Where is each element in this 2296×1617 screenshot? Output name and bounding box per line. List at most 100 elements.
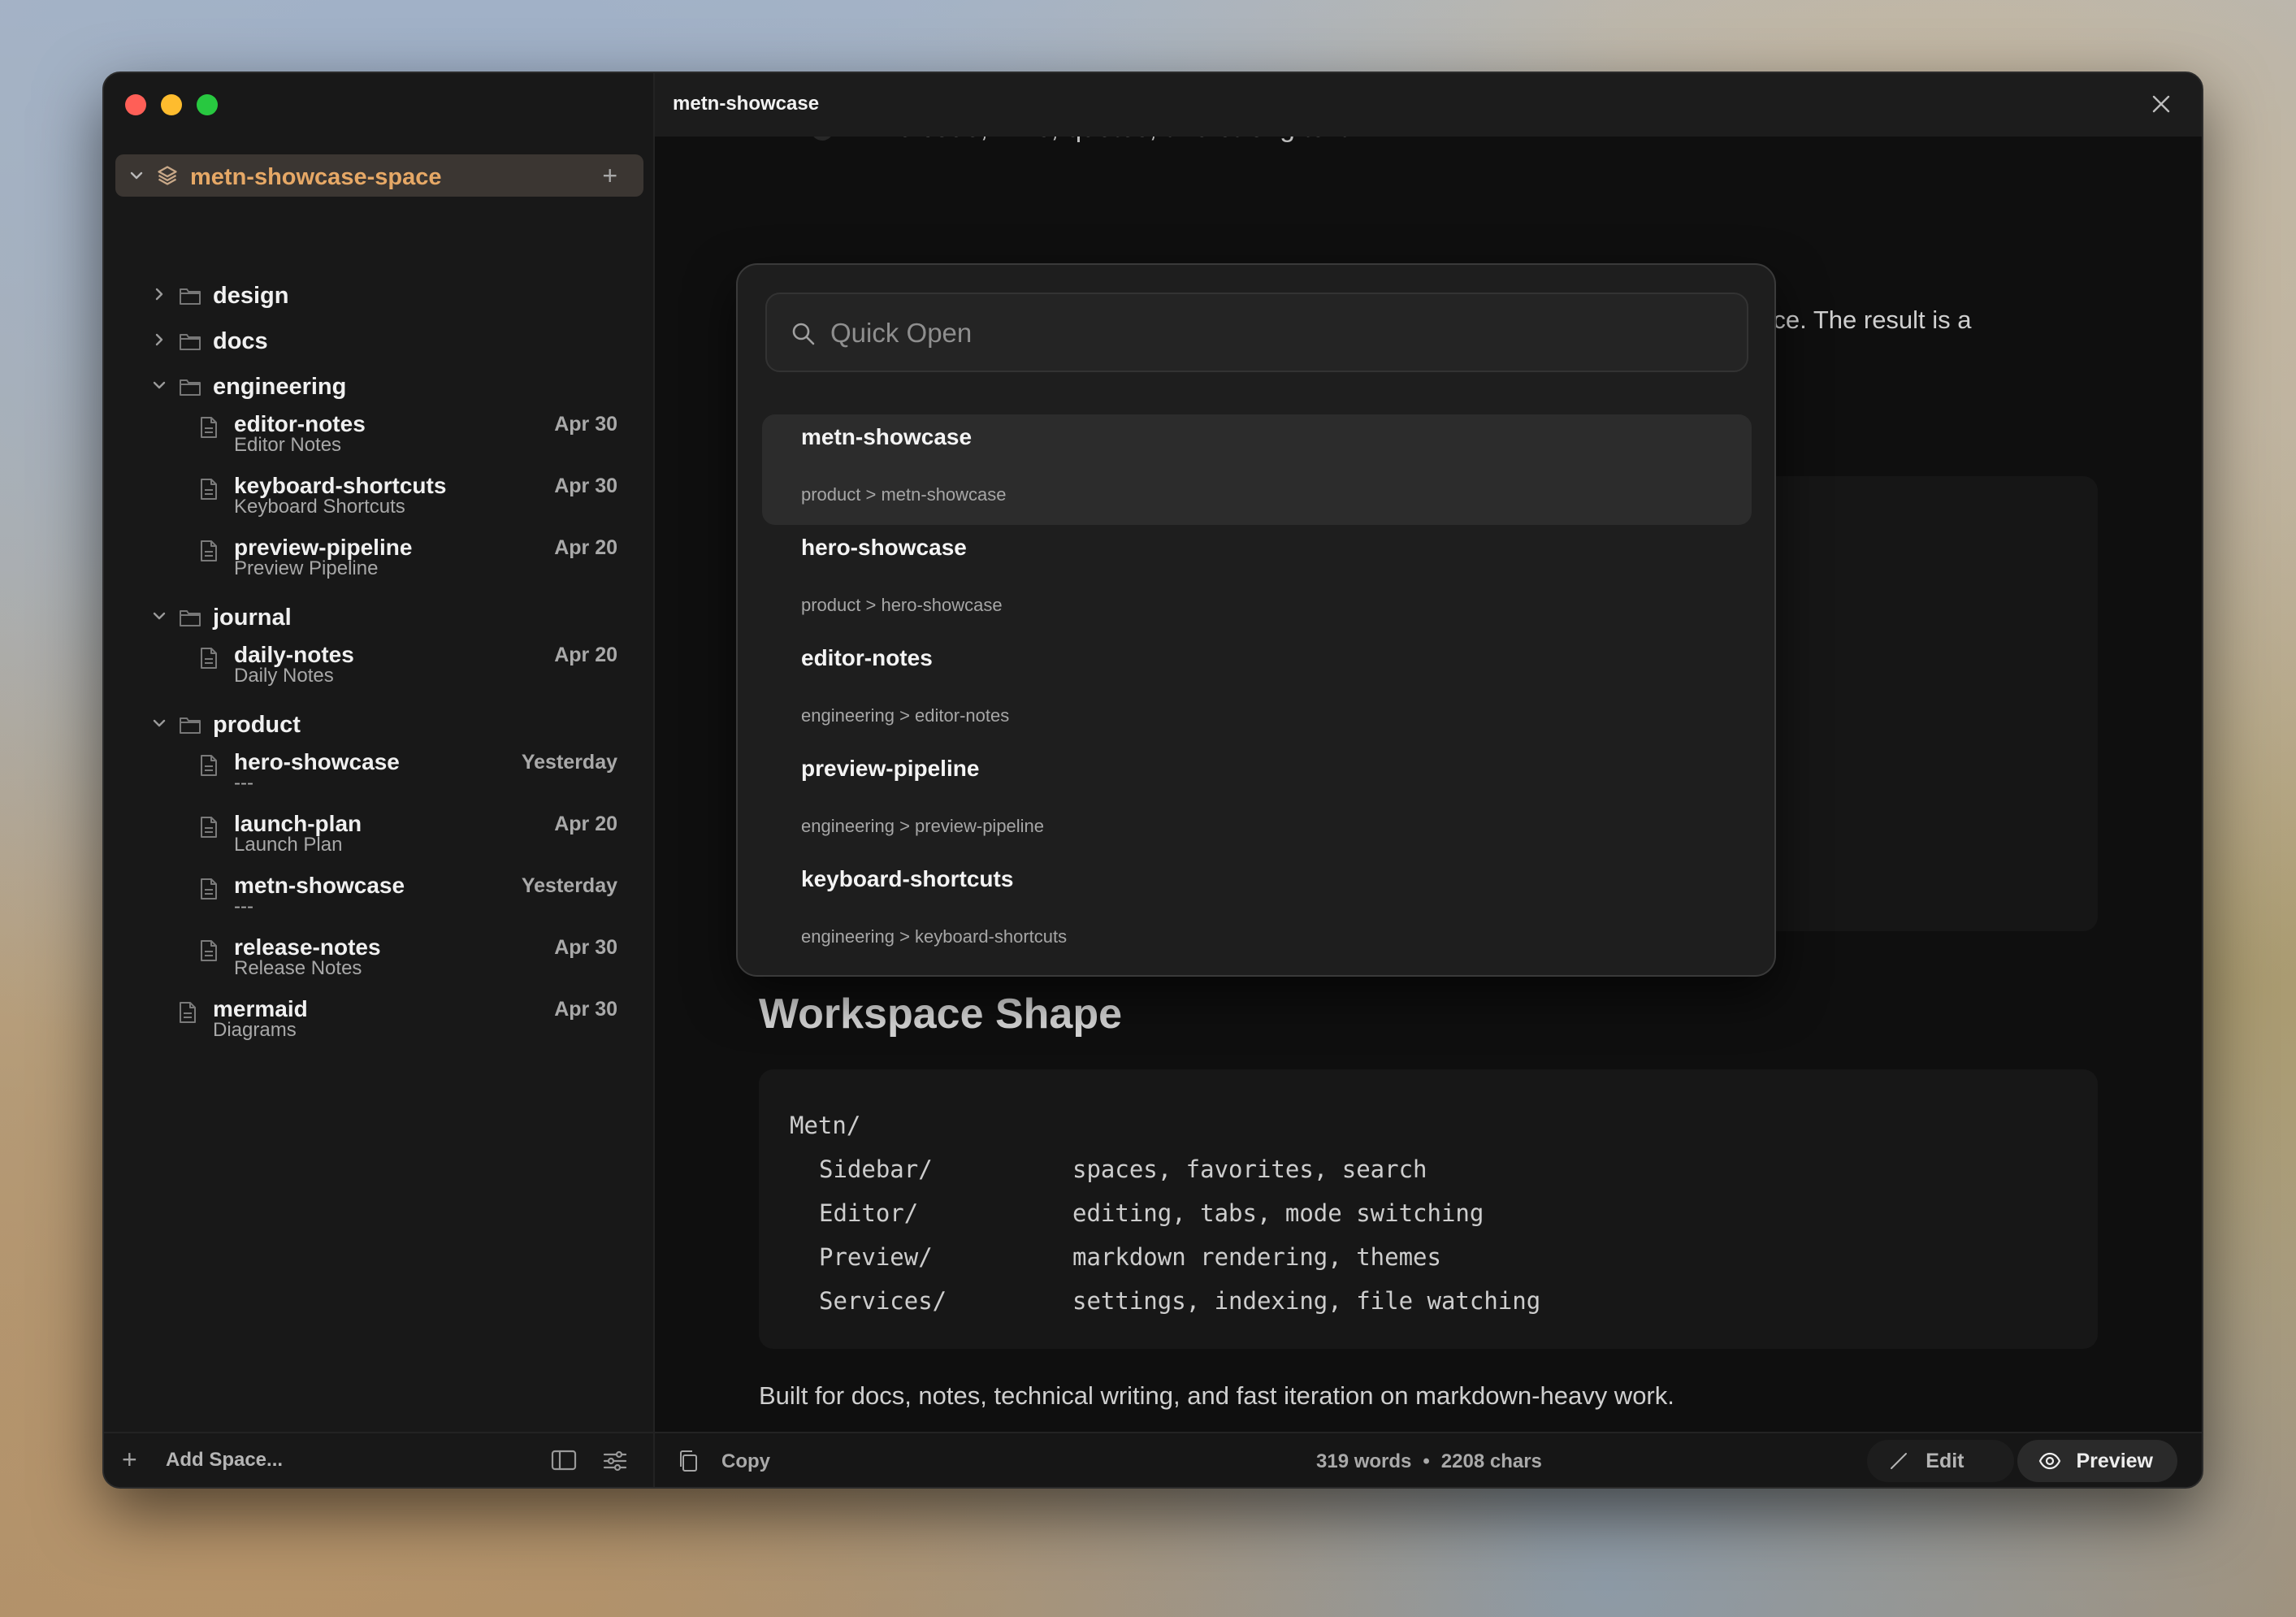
search-icon xyxy=(792,323,815,345)
folder-item-journal[interactable]: journal xyxy=(104,596,655,642)
folder-icon xyxy=(180,334,201,350)
quick-open-results: metn-showcase product > metn-showcase hero… xyxy=(762,414,1752,967)
folder-name: product xyxy=(213,712,301,738)
sidebar-toggle-icon[interactable] xyxy=(551,1450,577,1471)
window-controls xyxy=(125,94,218,115)
file-date: Apr 30 xyxy=(554,936,617,959)
file-item-daily-notes[interactable]: daily-notes Daily Notes Apr 20 xyxy=(104,639,617,687)
result-title: keyboard-shortcuts xyxy=(801,866,1014,891)
file-date: Apr 30 xyxy=(554,413,617,436)
stats-separator: • xyxy=(1423,1450,1430,1472)
space-name: metn-showcase-space xyxy=(190,164,442,190)
char-count: 2208 chars xyxy=(1440,1450,1542,1472)
preview-mode-button[interactable]: Preview xyxy=(2017,1440,2177,1482)
sidebar-footer: + Add Space... xyxy=(104,1432,653,1487)
file-item-release-notes[interactable]: release-notes Release Notes Apr 30 xyxy=(104,931,617,979)
pencil-icon xyxy=(1891,1453,1908,1469)
quick-open-result[interactable]: metn-showcase product > metn-showcase xyxy=(762,414,1752,525)
chevron-right-icon[interactable] xyxy=(149,330,169,349)
app-window: metn-showcase-space + design docs engineer… xyxy=(102,72,2203,1489)
file-subtitle: Editor Notes xyxy=(234,434,342,456)
chevron-down-icon[interactable] xyxy=(149,606,169,626)
folder-name: engineering xyxy=(213,374,347,400)
folder-name: journal xyxy=(213,605,292,631)
file-item-preview-pipeline[interactable]: preview-pipeline Preview Pipeline Apr 20 xyxy=(104,531,617,579)
quick-open-result[interactable]: keyboard-shortcuts engineering > keyboard… xyxy=(762,856,1752,967)
file-item-hero-showcase[interactable]: hero-showcase --- Yesterday xyxy=(104,746,617,794)
result-path: product > hero-showcase xyxy=(801,595,1003,615)
folder-item-design[interactable]: design xyxy=(104,275,655,320)
zoom-window-button[interactable] xyxy=(197,94,218,115)
chevron-down-icon[interactable] xyxy=(149,375,169,395)
quick-open-search xyxy=(765,293,1748,372)
edit-mode-label: Edit xyxy=(1926,1449,1965,1472)
copy-button[interactable]: Copy xyxy=(721,1450,770,1473)
quick-open-result[interactable]: editor-notes engineering > editor-notes xyxy=(762,635,1752,746)
file-item-launch-plan[interactable]: launch-plan Launch Plan Apr 20 xyxy=(104,808,617,856)
document-icon xyxy=(201,417,217,438)
file-subtitle: Preview Pipeline xyxy=(234,557,379,579)
minimize-window-button[interactable] xyxy=(161,94,182,115)
folder-icon xyxy=(180,379,201,396)
space-header[interactable]: metn-showcase-space + xyxy=(115,154,643,197)
file-name: metn-showcase xyxy=(234,873,405,898)
file-date: Apr 20 xyxy=(554,644,617,666)
file-subtitle: Launch Plan xyxy=(234,834,343,856)
folder-item-engineering[interactable]: engineering xyxy=(104,366,655,411)
result-path: engineering > preview-pipeline xyxy=(801,816,1045,836)
edit-mode-button[interactable]: Edit xyxy=(1867,1440,2015,1482)
file-item-keyboard-shortcuts[interactable]: keyboard-shortcuts Keyboard Shortcuts Apr … xyxy=(104,470,617,518)
folder-icon xyxy=(180,610,201,626)
close-icon[interactable] xyxy=(2150,93,2173,115)
chevron-down-icon[interactable] xyxy=(127,166,146,185)
quick-open-input[interactable] xyxy=(830,310,1724,356)
close-window-button[interactable] xyxy=(125,94,146,115)
file-date: Apr 30 xyxy=(554,998,617,1021)
file-date: Yesterday xyxy=(521,874,617,897)
status-bar: Copy 319 words • 2208 chars Edit Preview xyxy=(655,1432,2202,1487)
word-count: 319 words xyxy=(1316,1450,1412,1472)
file-date: Yesterday xyxy=(521,751,617,774)
document-icon xyxy=(201,940,217,961)
sidebar: metn-showcase-space + design docs engineer… xyxy=(104,73,655,1487)
folder-icon xyxy=(180,717,201,734)
eye-icon xyxy=(2039,1452,2061,1470)
quick-open-dialog: metn-showcase product > metn-showcase hero… xyxy=(736,263,1776,977)
layers-icon xyxy=(158,166,177,185)
file-date: Apr 30 xyxy=(554,475,617,497)
document-title: metn-showcase xyxy=(673,93,820,115)
quick-open-result[interactable]: hero-showcase product > hero-showcase xyxy=(762,525,1752,635)
folder-icon xyxy=(180,288,201,305)
file-subtitle: Keyboard Shortcuts xyxy=(234,496,405,518)
folder-item-docs[interactable]: docs xyxy=(104,320,655,366)
result-title: preview-pipeline xyxy=(801,756,980,781)
document-icon xyxy=(201,755,217,776)
document-icon xyxy=(201,648,217,669)
folder-item-product[interactable]: product xyxy=(104,704,655,749)
file-date: Apr 20 xyxy=(554,813,617,835)
folder-name: docs xyxy=(213,328,268,354)
file-item-metn-showcase[interactable]: metn-showcase --- Yesterday xyxy=(104,869,617,917)
result-path: product > metn-showcase xyxy=(801,484,1007,505)
copy-icon[interactable] xyxy=(678,1450,699,1472)
preview-mode-label: Preview xyxy=(2076,1449,2153,1472)
file-subtitle: Daily Notes xyxy=(234,665,334,687)
quick-open-result[interactable]: preview-pipeline engineering > preview-pi… xyxy=(762,746,1752,856)
result-title: metn-showcase xyxy=(801,424,973,449)
settings-sliders-icon[interactable] xyxy=(603,1450,627,1472)
file-item-mermaid[interactable]: mermaid Diagrams Apr 30 xyxy=(104,993,617,1041)
mode-switcher: Edit Preview xyxy=(1867,1440,2177,1482)
document-icon xyxy=(201,878,217,900)
result-path: engineering > keyboard-shortcuts xyxy=(801,926,1068,947)
result-title: hero-showcase xyxy=(801,535,967,560)
file-item-editor-notes[interactable]: editor-notes Editor Notes Apr 30 xyxy=(104,408,617,456)
add-space-button[interactable]: Add Space... xyxy=(166,1449,283,1472)
file-subtitle: Release Notes xyxy=(234,957,362,979)
chevron-down-icon[interactable] xyxy=(149,713,169,733)
document-icon xyxy=(201,540,217,561)
chevron-right-icon[interactable] xyxy=(149,284,169,304)
file-name: hero-showcase xyxy=(234,749,400,774)
file-subtitle: --- xyxy=(234,772,253,794)
add-item-button[interactable]: + xyxy=(602,163,617,189)
add-space-icon[interactable]: + xyxy=(122,1446,137,1472)
